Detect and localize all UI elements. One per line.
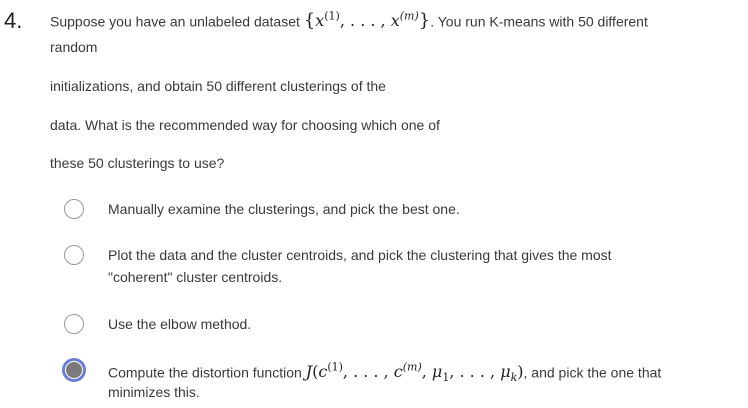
question-line-1-suffix: . You run K-means with 50 different <box>430 13 648 30</box>
distortion-function-notation: J(c(1), . . . , c(m), μ1, . . . , μk) <box>305 361 524 385</box>
answer-option-3-label: Use the elbow method. <box>108 316 252 332</box>
question-line-5: these 50 clusterings to use? <box>50 155 225 171</box>
question-number: 4. <box>4 8 23 33</box>
answer-option-3[interactable]: Use the elbow method. <box>64 313 734 353</box>
answer-option-4-prefix: Compute the distortion function <box>108 364 302 381</box>
question-line-1-prefix: Suppose you have an unlabeled dataset <box>50 13 300 30</box>
answer-option-2-label-line-2: "coherent" cluster centroids. <box>108 269 283 285</box>
question-line-2: random <box>50 39 98 55</box>
radio-button-option-3[interactable] <box>64 314 84 334</box>
question-line-1: Suppose you have an unlabeled dataset {x… <box>50 10 648 31</box>
radio-button-option-2[interactable] <box>64 245 84 265</box>
dataset-set-notation: {x(1), . . . , x(m)} <box>303 10 431 32</box>
answer-option-4[interactable]: Compute the distortion function J(c(1), … <box>62 357 734 405</box>
radio-button-option-4-selected[interactable] <box>62 358 86 382</box>
radio-button-option-1[interactable] <box>64 199 84 219</box>
answer-option-1[interactable]: Manually examine the clusterings, and pi… <box>64 198 734 238</box>
radio-selected-dot <box>66 362 82 378</box>
answer-option-4-label-line-2: minimizes this. <box>108 384 200 400</box>
answer-option-1-label: Manually examine the clusterings, and pi… <box>108 201 460 217</box>
question-line-4: data. What is the recommended way for ch… <box>50 117 440 133</box>
answer-option-4-suffix: , and pick the one that <box>523 364 662 381</box>
question-line-3: initializations, and obtain 50 different… <box>50 78 386 94</box>
answer-option-2-label-line-1: Plot the data and the cluster centroids,… <box>108 247 612 263</box>
answer-option-2[interactable]: Plot the data and the cluster centroids,… <box>64 244 734 290</box>
